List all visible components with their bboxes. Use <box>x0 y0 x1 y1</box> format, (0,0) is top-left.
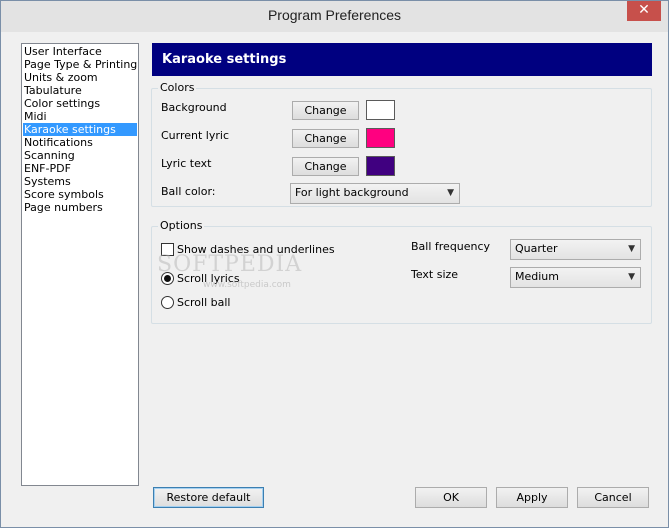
colors-group-caption: Colors <box>158 81 197 95</box>
scroll-lyrics-radio[interactable] <box>161 272 174 285</box>
nav-item[interactable]: Color settings <box>23 97 137 110</box>
ball-frequency-select[interactable]: Quarter ▼ <box>510 239 641 260</box>
background-change-button[interactable]: Change <box>292 101 359 120</box>
text-size-label: Text size <box>411 268 459 281</box>
nav-item[interactable]: Notifications <box>23 136 137 149</box>
scroll-ball-radio[interactable] <box>161 296 174 309</box>
title-bar: Program Preferences ✕ <box>1 1 668 32</box>
current-lyric-change-button[interactable]: Change <box>292 129 359 148</box>
text-size-select[interactable]: Medium ▼ <box>510 267 641 288</box>
nav-item[interactable]: Scanning <box>23 149 137 162</box>
background-color-swatch[interactable] <box>366 100 395 120</box>
show-dashes-checkbox[interactable] <box>161 243 174 256</box>
colors-group: Colors Background Change Current lyric C… <box>151 81 652 207</box>
current-lyric-label: Current lyric <box>161 129 230 142</box>
nav-item[interactable]: ENF-PDF <box>23 162 137 175</box>
category-list[interactable]: User Interface Page Type & Printing Units … <box>21 43 139 486</box>
nav-item[interactable]: Midi <box>23 110 137 123</box>
ball-color-label: Ball color: <box>161 185 216 198</box>
panel-title: Karaoke settings <box>152 43 652 76</box>
ball-color-select[interactable]: For light background ▼ <box>290 183 460 204</box>
text-size-value: Medium <box>515 270 559 283</box>
nav-item[interactable]: Units & zoom <box>23 71 137 84</box>
nav-item[interactable]: Page Type & Printing <box>23 58 137 71</box>
nav-item[interactable]: Tabulature <box>23 84 137 97</box>
cancel-button[interactable]: Cancel <box>577 487 649 508</box>
ball-frequency-label: Ball frequency <box>411 240 491 253</box>
lyric-text-color-swatch[interactable] <box>366 156 395 176</box>
window-title: Program Preferences <box>267 7 402 23</box>
dialog-client-area: User Interface Page Type & Printing Units … <box>9 32 660 521</box>
chevron-down-icon: ▼ <box>447 188 454 198</box>
nav-item[interactable]: Page numbers <box>23 201 137 214</box>
nav-item[interactable]: Karaoke settings <box>23 123 137 136</box>
ball-color-value: For light background <box>295 186 409 199</box>
current-lyric-color-swatch[interactable] <box>366 128 395 148</box>
show-dashes-label[interactable]: Show dashes and underlines <box>177 243 335 257</box>
preferences-window: Program Preferences ✕ User Interface Page… <box>0 0 669 528</box>
close-button[interactable]: ✕ <box>627 1 661 21</box>
nav-item[interactable]: Score symbols <box>23 188 137 201</box>
apply-button[interactable]: Apply <box>496 487 568 508</box>
chevron-down-icon: ▼ <box>628 272 635 282</box>
ball-frequency-value: Quarter <box>515 242 558 255</box>
options-group: Options Show dashes and underlines Scrol… <box>151 219 652 324</box>
scroll-ball-label[interactable]: Scroll ball <box>177 296 231 310</box>
restore-default-button[interactable]: Restore default <box>153 487 264 508</box>
nav-item[interactable]: Systems <box>23 175 137 188</box>
background-label: Background <box>161 101 227 114</box>
lyric-text-label: Lyric text <box>161 157 212 170</box>
nav-item[interactable]: User Interface <box>23 45 137 58</box>
lyric-text-change-button[interactable]: Change <box>292 157 359 176</box>
options-group-caption: Options <box>158 219 205 233</box>
radio-selected-dot <box>164 275 171 282</box>
ok-button[interactable]: OK <box>415 487 487 508</box>
chevron-down-icon: ▼ <box>628 244 635 254</box>
scroll-lyrics-label[interactable]: Scroll lyrics <box>177 272 240 286</box>
